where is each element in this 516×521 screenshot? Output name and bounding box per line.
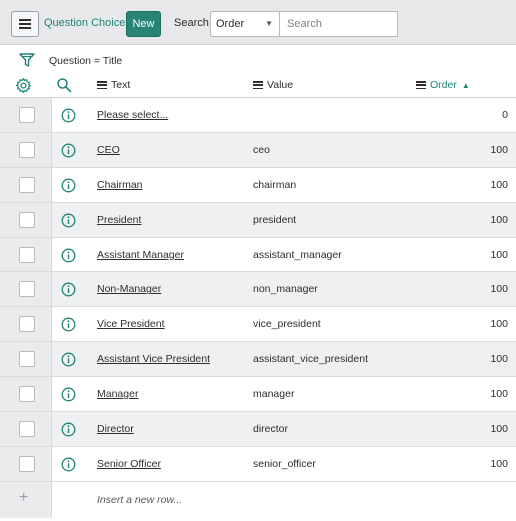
row-checkbox[interactable] [19, 246, 35, 263]
info-icon[interactable] [61, 387, 76, 405]
table-row[interactable]: Assistant Manager assistant_manager 100 [0, 237, 516, 273]
gear-icon[interactable] [15, 77, 32, 97]
info-icon[interactable] [61, 317, 76, 335]
row-checkbox[interactable] [19, 351, 35, 368]
column-label-order: Order [430, 79, 457, 91]
row-text-link[interactable]: Non-Manager [97, 283, 161, 295]
info-icon[interactable] [61, 213, 76, 231]
column-menu-icon[interactable] [97, 81, 107, 89]
row-order: 100 [490, 457, 508, 470]
row-order: 100 [490, 318, 508, 331]
new-button[interactable]: New [126, 11, 161, 37]
info-icon[interactable] [61, 178, 76, 196]
row-checkbox[interactable] [19, 455, 35, 472]
table-row[interactable]: President president 100 [0, 202, 516, 238]
row-text-link[interactable]: CEO [97, 144, 120, 156]
row-text-link[interactable]: President [97, 214, 141, 226]
row-checkbox[interactable] [19, 386, 35, 403]
table-row[interactable]: Chairman chairman 100 [0, 167, 516, 203]
search-input[interactable] [279, 11, 398, 37]
sort-up-icon: ▲ [461, 80, 470, 90]
row-value: senior_officer [253, 457, 316, 470]
row-order: 100 [490, 178, 508, 191]
table-row[interactable]: Senior Officer senior_officer 100 [0, 446, 516, 482]
search-field-selected: Order [216, 18, 245, 30]
context-menu-button[interactable] [11, 11, 39, 37]
column-label-value: Value [267, 79, 294, 91]
caret-down-icon: ▼ [265, 19, 273, 28]
row-value: ceo [253, 143, 270, 156]
row-value: chairman [253, 178, 297, 191]
row-value: manager [253, 388, 295, 401]
row-value: non_manager [253, 283, 318, 296]
filter-row: Question = Title [0, 45, 516, 73]
table-row[interactable]: Manager manager 100 [0, 377, 516, 413]
column-label-text: Text [111, 79, 131, 91]
row-text-link[interactable]: Assistant Manager [97, 249, 184, 261]
column-header-row: Text Value Order ▲ [0, 73, 516, 98]
column-header-order[interactable]: Order ▲ [416, 79, 470, 91]
row-value: president [253, 213, 297, 226]
info-icon[interactable] [61, 248, 76, 266]
list-toolbar: Question Choices New Search Order ▼ [0, 0, 516, 45]
info-icon[interactable] [61, 143, 76, 161]
table-row[interactable]: Non-Manager non_manager 100 [0, 272, 516, 308]
row-value: vice_president [253, 318, 321, 331]
info-icon[interactable] [61, 457, 76, 475]
row-order: 100 [490, 283, 508, 296]
search-icon[interactable] [56, 77, 72, 96]
search-label: Search [174, 17, 209, 29]
row-checkbox[interactable] [19, 141, 35, 158]
column-header-text[interactable]: Text [97, 79, 130, 91]
table-row[interactable]: Please select... 0 [0, 98, 516, 133]
info-icon[interactable] [61, 282, 76, 300]
list-title[interactable]: Question Choices [44, 17, 131, 29]
menu-icon [19, 19, 31, 29]
row-order: 100 [490, 213, 508, 226]
row-text-link[interactable]: Manager [97, 388, 138, 400]
row-order: 100 [490, 248, 508, 261]
row-checkbox[interactable] [19, 107, 35, 123]
row-order: 100 [490, 423, 508, 436]
row-order: 100 [490, 143, 508, 156]
info-icon[interactable] [61, 352, 76, 370]
row-value: assistant_vice_president [253, 353, 368, 366]
row-order: 0 [502, 109, 508, 121]
table-row[interactable]: Assistant Vice President assistant_vice_p… [0, 342, 516, 378]
row-value: assistant_manager [253, 248, 342, 261]
row-checkbox[interactable] [19, 211, 35, 228]
breadcrumb[interactable]: Question = Title [49, 55, 122, 67]
row-text-link[interactable]: Please select... [97, 109, 168, 121]
row-text-link[interactable]: Vice President [97, 318, 165, 330]
row-order: 100 [490, 353, 508, 366]
column-menu-icon[interactable] [416, 81, 426, 89]
row-text-link[interactable]: Senior Officer [97, 458, 161, 470]
filter-icon[interactable] [19, 53, 35, 71]
row-value: director [253, 423, 289, 436]
info-icon[interactable] [61, 108, 76, 126]
insert-row[interactable]: + Insert a new row... [0, 481, 516, 518]
row-order: 100 [490, 388, 508, 401]
row-checkbox[interactable] [19, 316, 35, 333]
plus-icon[interactable]: + [19, 489, 28, 507]
insert-row-label[interactable]: Insert a new row... [97, 494, 182, 506]
column-menu-icon[interactable] [253, 81, 263, 89]
row-text-link[interactable]: Director [97, 423, 134, 435]
row-checkbox[interactable] [19, 176, 35, 193]
search-field-select[interactable]: Order ▼ [210, 11, 280, 37]
row-text-link[interactable]: Chairman [97, 179, 143, 191]
row-checkbox[interactable] [19, 281, 35, 298]
info-icon[interactable] [61, 422, 76, 440]
table-row[interactable]: Vice President vice_president 100 [0, 307, 516, 343]
row-text-link[interactable]: Assistant Vice President [97, 353, 210, 365]
table-row[interactable]: Director director 100 [0, 412, 516, 447]
row-checkbox[interactable] [19, 421, 35, 438]
column-header-value[interactable]: Value [253, 79, 293, 91]
list-body: Please select... 0 CEO ceo 100 Chairman chairm… [0, 98, 516, 518]
table-row[interactable]: CEO ceo 100 [0, 132, 516, 168]
